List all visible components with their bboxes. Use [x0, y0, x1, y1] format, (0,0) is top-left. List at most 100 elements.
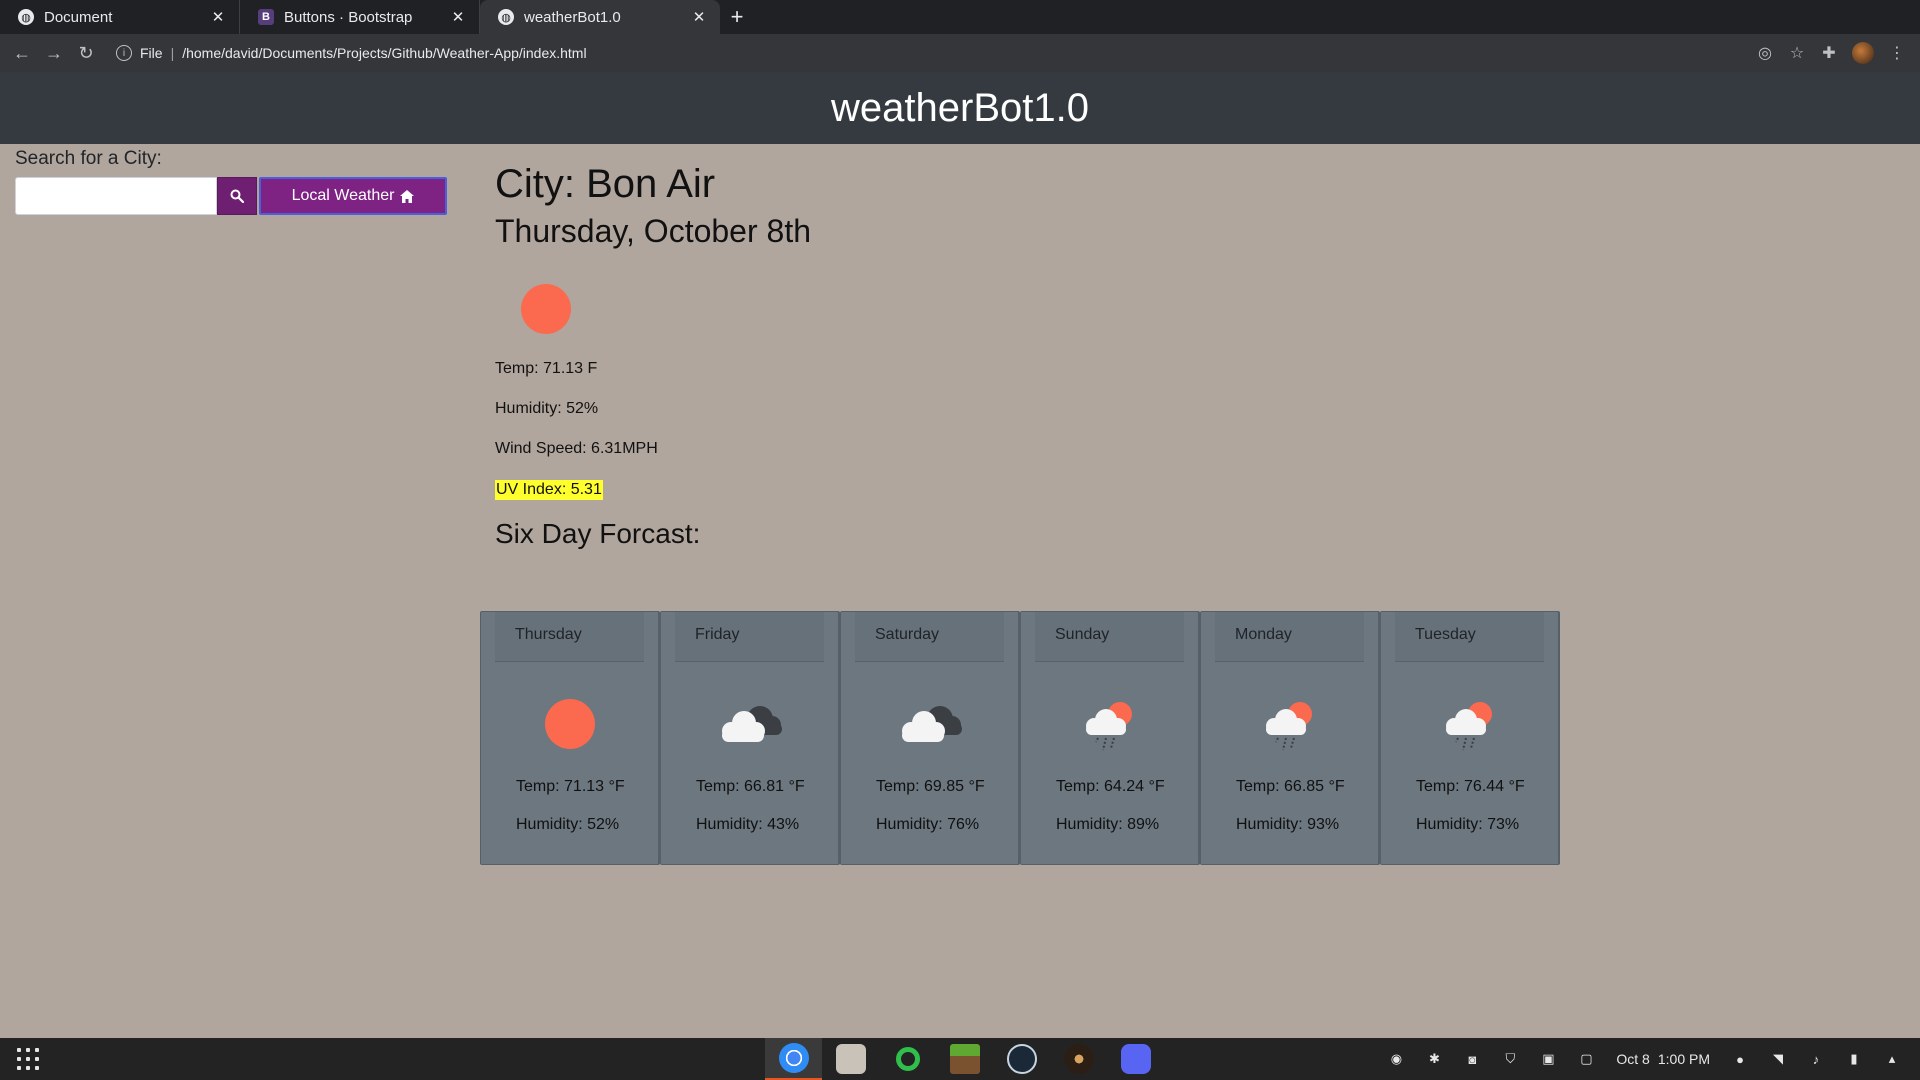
- forward-icon[interactable]: →: [38, 37, 70, 69]
- shield-icon[interactable]: ⛉: [1502, 1051, 1518, 1067]
- forecast-card: Tuesday Temp: 76.44 °F Humidity: 73%: [1380, 611, 1560, 865]
- extensions-puzzle-icon[interactable]: ✚: [1820, 44, 1838, 62]
- slack-tray-icon[interactable]: ✱: [1426, 1051, 1442, 1067]
- menu-kebab-icon[interactable]: ⋮: [1888, 44, 1906, 62]
- sun-icon: [544, 699, 595, 749]
- search-panel: Search for a City: Local Weather: [15, 148, 465, 215]
- forecast-icon-wrap: [1381, 686, 1558, 762]
- forecast-card: Thursday Temp: 71.13 °F Humidity: 52%: [480, 611, 660, 865]
- dock: [765, 1038, 1164, 1080]
- taskbar-date[interactable]: Oct 8: [1616, 1051, 1649, 1067]
- bootstrap-icon: B: [258, 9, 274, 25]
- forecast-card: Saturday Temp: 69.85 °F Humidity: 76%: [840, 611, 1020, 865]
- os-taskbar: ◉ ✱ ◙ ⛉ ▣ ▢ Oct 8 1:00 PM ● ◥ ♪ ▮ ▴: [0, 1038, 1920, 1080]
- browser-tab-strip: ◍ Document ✕ B Buttons · Bootstrap ✕ ◍ w…: [0, 0, 1920, 34]
- volume-icon[interactable]: ♪: [1808, 1051, 1824, 1067]
- current-humidity: Humidity: 52%: [495, 400, 599, 417]
- forecast-icon-wrap: [1021, 686, 1198, 762]
- forecast-day: Saturday: [855, 612, 1004, 662]
- cloud-icon: [721, 706, 782, 742]
- close-icon[interactable]: ✕: [690, 8, 708, 26]
- forecast-day: Thursday: [495, 612, 644, 662]
- steam-tray-icon[interactable]: ◉: [1388, 1051, 1404, 1067]
- workspace-1-icon[interactable]: ▣: [1540, 1051, 1556, 1067]
- spiral-app-icon: [1063, 1044, 1094, 1074]
- location-icon[interactable]: ◎: [1756, 44, 1774, 62]
- tab-buttons-bootstrap[interactable]: B Buttons · Bootstrap ✕: [240, 0, 480, 34]
- chrome-icon: [778, 1043, 809, 1073]
- back-icon[interactable]: ←: [6, 37, 38, 69]
- tab-title: Document: [44, 8, 113, 26]
- forecast-title: Six Day Forcast:: [495, 518, 701, 549]
- search-icon: [230, 189, 244, 203]
- site-title: weatherBot1.0: [831, 85, 1089, 130]
- discord-tray-icon[interactable]: ◙: [1464, 1051, 1480, 1067]
- wifi-icon[interactable]: ◥: [1770, 1051, 1786, 1067]
- forecast-icon-wrap: [841, 686, 1018, 762]
- uv-index-badge: UV Index: 5.31: [495, 480, 603, 500]
- discord-dock-icon[interactable]: [1107, 1038, 1164, 1080]
- green-ring-icon: [895, 1047, 920, 1071]
- chevron-up-icon[interactable]: ▴: [1884, 1051, 1900, 1067]
- forecast-temp: Temp: 66.85 °F: [1236, 778, 1345, 795]
- forecast-day: Sunday: [1035, 612, 1184, 662]
- tab-title: weatherBot1.0: [524, 8, 621, 26]
- reload-icon[interactable]: ↻: [70, 37, 102, 69]
- uv-index-row: UV Index: 5.31: [495, 480, 1395, 500]
- chrome-dock-icon[interactable]: [765, 1038, 822, 1080]
- steam-dock-icon[interactable]: [993, 1038, 1050, 1080]
- current-temp: Temp: 71.13 F: [495, 360, 598, 377]
- forecast-humidity: Humidity: 73%: [1416, 816, 1520, 833]
- profile-avatar[interactable]: [1852, 42, 1874, 64]
- search-row: Local Weather: [15, 177, 465, 215]
- forecast-card: Friday Temp: 66.81 °F Humidity: 43%: [660, 611, 840, 865]
- close-icon[interactable]: ✕: [449, 8, 467, 26]
- city-search-input[interactable]: [15, 177, 217, 215]
- scheme-label: File: [140, 45, 163, 61]
- forecast-humidity: Humidity: 89%: [1056, 816, 1160, 833]
- tab-document[interactable]: ◍ Document ✕: [0, 0, 240, 34]
- address-text[interactable]: /home/david/Documents/Projects/Github/We…: [182, 45, 586, 61]
- browser-toolbar: ← → ↻ i File | /home/david/Documents/Pro…: [0, 34, 1920, 72]
- forecast-humidity: Humidity: 76%: [876, 816, 980, 833]
- app-dock-icon[interactable]: [879, 1038, 936, 1080]
- forecast-day: Tuesday: [1395, 612, 1544, 662]
- address-bar[interactable]: i File | /home/david/Documents/Projects/…: [116, 38, 1756, 68]
- forecast-cards: Thursday Temp: 71.13 °F Humidity: 52% Fr…: [480, 611, 1560, 865]
- forecast-temp: Temp: 66.81 °F: [696, 778, 805, 795]
- app-grid-icon[interactable]: [17, 1048, 39, 1070]
- home-icon: [400, 189, 415, 203]
- forecast-humidity: Humidity: 43%: [696, 816, 800, 833]
- search-button[interactable]: [217, 177, 257, 215]
- forecast-day: Friday: [675, 612, 824, 662]
- taskbar-time[interactable]: 1:00 PM: [1658, 1051, 1710, 1067]
- minecraft-dock-icon[interactable]: [936, 1038, 993, 1080]
- forecast-temp: Temp: 64.24 °F: [1056, 778, 1165, 795]
- app-dock-icon[interactable]: [1050, 1038, 1107, 1080]
- forecast-icon-wrap: [661, 686, 838, 762]
- close-icon[interactable]: ✕: [209, 8, 227, 26]
- globe-icon: ◍: [498, 9, 514, 25]
- system-tray: ◉ ✱ ◙ ⛉ ▣ ▢ Oct 8 1:00 PM ● ◥ ♪ ▮ ▴: [1388, 1038, 1900, 1080]
- address-separator: |: [170, 45, 175, 61]
- current-weather: City: Bon Air Thursday, October 8th Temp…: [495, 162, 1395, 550]
- page-viewport: weatherBot1.0 Search for a City: Local W…: [0, 72, 1920, 1038]
- info-icon[interactable]: i: [116, 45, 132, 61]
- tab-weatherbot[interactable]: ◍ weatherBot1.0 ✕: [480, 0, 720, 34]
- notification-dot-icon[interactable]: ●: [1732, 1051, 1748, 1067]
- forecast-temp: Temp: 71.13 °F: [516, 778, 625, 795]
- battery-icon[interactable]: ▮: [1846, 1051, 1862, 1067]
- local-weather-label: Local Weather: [291, 187, 395, 204]
- forecast-temp: Temp: 69.85 °F: [876, 778, 985, 795]
- bookmark-star-icon[interactable]: ☆: [1788, 44, 1806, 62]
- forecast-temp: Temp: 76.44 °F: [1416, 778, 1525, 795]
- globe-icon: ◍: [18, 9, 34, 25]
- files-dock-icon[interactable]: [822, 1038, 879, 1080]
- steam-icon: [1006, 1044, 1037, 1074]
- current-wind-speed: Wind Speed: 6.31MPH: [495, 440, 658, 457]
- forecast-card: Sunday Temp: 64.24 °F Humidity: 89%: [1020, 611, 1200, 865]
- new-tab-button[interactable]: +: [720, 0, 754, 34]
- discord-icon: [1120, 1044, 1151, 1074]
- keyboard-layout-icon[interactable]: ▢: [1578, 1051, 1594, 1067]
- local-weather-button[interactable]: Local Weather: [259, 177, 447, 215]
